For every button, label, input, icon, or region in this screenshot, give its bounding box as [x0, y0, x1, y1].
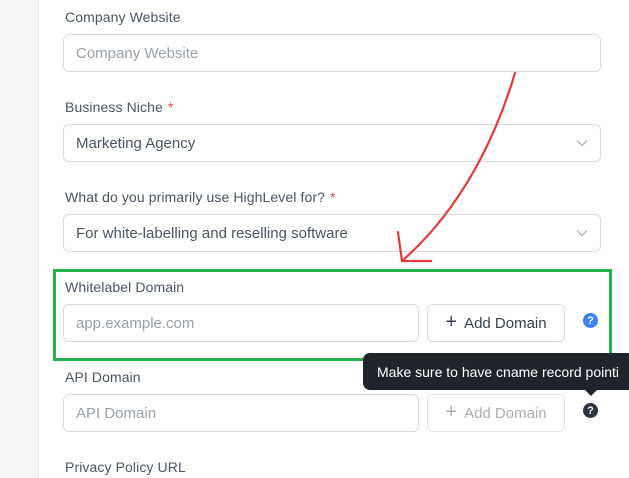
api-add-domain-button[interactable]: + Add Domain: [427, 394, 565, 432]
primary-use-select[interactable]: For white-labelling and reselling softwa…: [63, 214, 601, 252]
help-tooltip: Make sure to have cname record pointi: [363, 353, 629, 390]
business-niche-label: Business Niche *: [65, 99, 173, 115]
add-domain-label: Add Domain: [464, 404, 547, 422]
chevron-down-icon: [576, 230, 588, 237]
primary-use-value: For white-labelling and reselling softwa…: [76, 224, 348, 242]
company-website-input[interactable]: Company Website: [63, 34, 601, 72]
business-niche-select[interactable]: Marketing Agency: [63, 124, 601, 162]
primary-use-label-text: What do you primarily use HighLevel for?: [65, 189, 326, 205]
highlight-box: [53, 269, 612, 361]
api-domain-input[interactable]: API Domain: [63, 394, 419, 432]
tooltip-tail: [584, 389, 598, 396]
api-domain-label: API Domain: [65, 369, 141, 385]
question-circle-icon[interactable]: ?: [583, 403, 598, 418]
plus-icon: +: [445, 401, 458, 423]
required-mark: *: [330, 189, 336, 205]
required-mark: *: [167, 99, 174, 115]
privacy-policy-label: Privacy Policy URL: [65, 459, 186, 475]
business-niche-value: Marketing Agency: [76, 134, 196, 152]
business-niche-label-text: Business Niche: [65, 99, 163, 115]
primary-use-label: What do you primarily use HighLevel for?…: [65, 189, 336, 205]
chevron-down-icon: [576, 140, 588, 147]
company-website-label: Company Website: [65, 9, 181, 25]
